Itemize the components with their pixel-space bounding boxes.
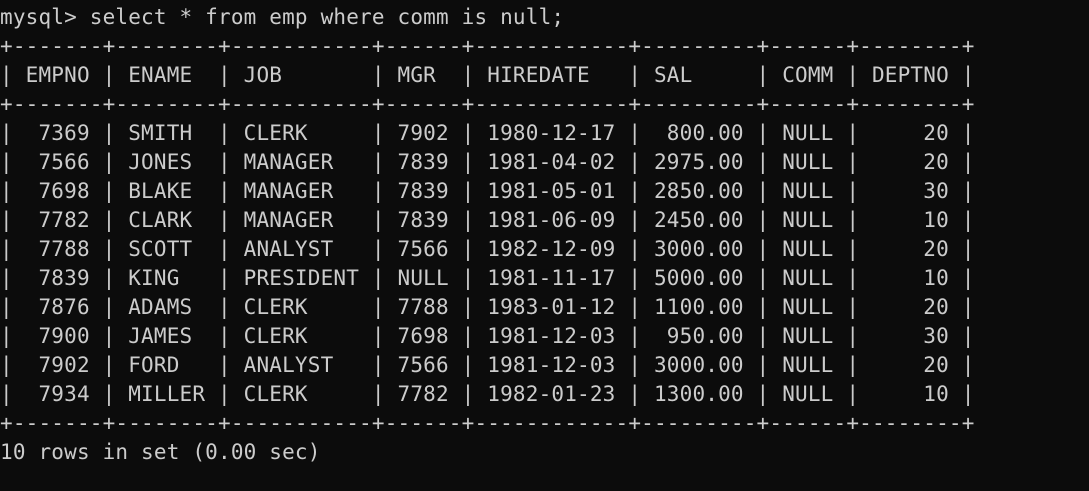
table-row: | 7788 | SCOTT | ANALYST | 7566 | 1982-1… (0, 237, 975, 261)
table-row: | 7782 | CLARK | MANAGER | 7839 | 1981-0… (0, 208, 975, 232)
table-row: | 7900 | JAMES | CLERK | 7698 | 1981-12-… (0, 324, 975, 348)
table-row: | 7369 | SMITH | CLERK | 7902 | 1980-12-… (0, 121, 975, 145)
status-line: 10 rows in set (0.00 sec) (0, 440, 321, 464)
terminal-window[interactable]: mysql> select * from emp where comm is n… (0, 3, 1089, 491)
table-row: | 7876 | ADAMS | CLERK | 7788 | 1983-01-… (0, 295, 975, 319)
table-row: | 7902 | FORD | ANALYST | 7566 | 1981-12… (0, 353, 975, 377)
table-row: | 7934 | MILLER | CLERK | 7782 | 1982-01… (0, 382, 975, 406)
table-row: | 7698 | BLAKE | MANAGER | 7839 | 1981-0… (0, 179, 975, 203)
table-row: | 7839 | KING | PRESIDENT | NULL | 1981-… (0, 266, 975, 290)
table-border-bottom: +-------+--------+-----------+------+---… (0, 411, 975, 435)
table-header-row: | EMPNO | ENAME | JOB | MGR | HIREDATE |… (0, 63, 975, 87)
table-row: | 7566 | JONES | MANAGER | 7839 | 1981-0… (0, 150, 975, 174)
command-line: mysql> select * from emp where comm is n… (0, 5, 565, 29)
table-border-header: +-------+--------+-----------+------+---… (0, 92, 975, 116)
table-border-top: +-------+--------+-----------+------+---… (0, 34, 975, 58)
